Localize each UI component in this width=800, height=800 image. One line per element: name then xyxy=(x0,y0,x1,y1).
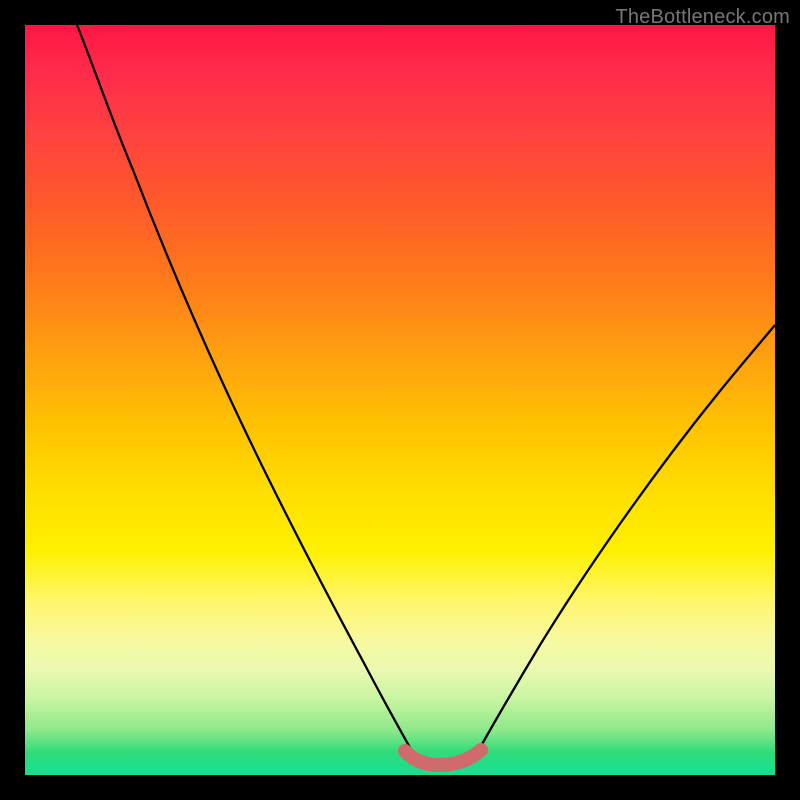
right-curve xyxy=(477,325,775,753)
flat-bottom-band xyxy=(405,750,481,765)
plot-area xyxy=(25,25,775,775)
curve-layer xyxy=(25,25,775,775)
left-curve xyxy=(77,25,413,753)
chart-frame: TheBottleneck.com xyxy=(0,0,800,800)
watermark-text: TheBottleneck.com xyxy=(615,6,790,29)
